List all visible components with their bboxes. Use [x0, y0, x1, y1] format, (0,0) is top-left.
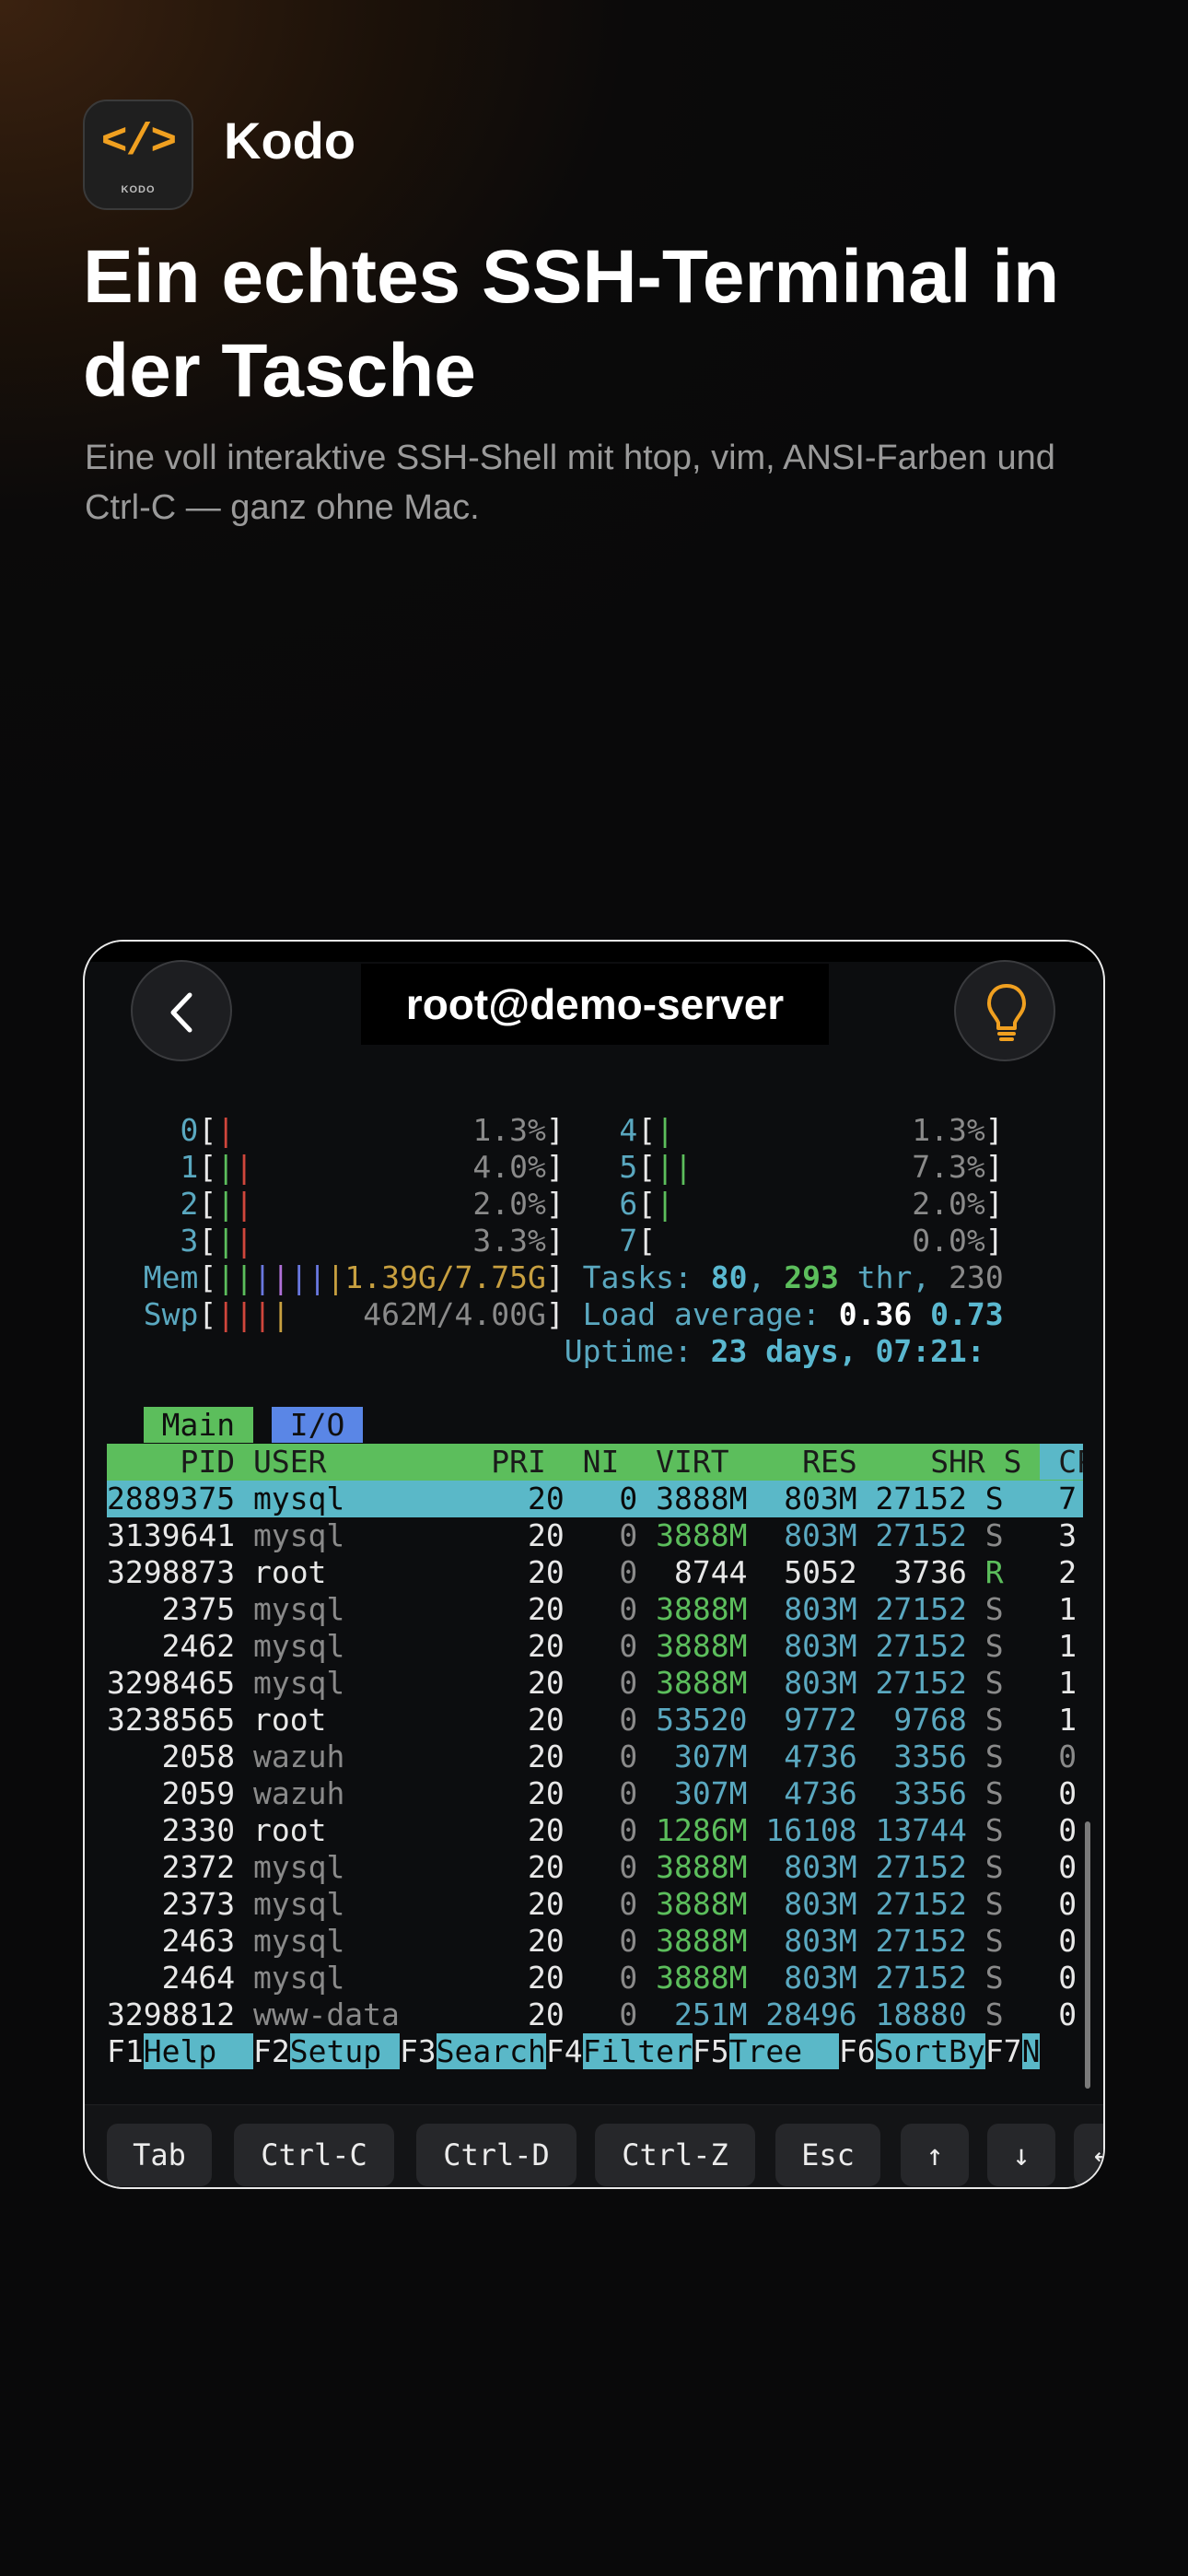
table-row[interactable]: 2059 wazuh 20 0 307M 4736 3356 S 0. — [107, 1775, 1083, 1812]
terminal-scrollbar[interactable] — [1085, 1821, 1090, 2089]
fkey-filter[interactable]: F4Filter — [546, 2033, 693, 2069]
table-row[interactable]: 2373 mysql 20 0 3888M 803M 27152 S 0. — [107, 1886, 1083, 1923]
page-subtitle: Eine voll interaktive SSH-Shell mit htop… — [85, 439, 1055, 527]
chevron-left-icon — [170, 992, 192, 1033]
tab-row: Main I/O — [107, 1407, 1083, 1444]
special-keys-bar: Tab Ctrl-C Ctrl-D Ctrl-Z Esc ↑ ↓ ← — [85, 2104, 1103, 2187]
table-row[interactable]: 2462 mysql 20 0 3888M 803M 27152 S 1. — [107, 1628, 1083, 1665]
cpu-meter-row: 3[|| 3.3%] 7[ 0.0%] — [180, 1223, 1004, 1259]
key-arrow-down[interactable]: ↓ — [987, 2124, 1055, 2186]
memory-meter-row: Mem[|||||||1.39G/7.75G] Tasks: 80, 293 t… — [143, 1259, 1004, 1295]
function-key-bar: F1Help F2Setup F3SearchF4FilterF5Tree F6… — [107, 2033, 1083, 2070]
key-tab[interactable]: Tab — [107, 2124, 212, 2186]
cpu-meter-row: 1[|| 4.0%] 5[|| 7.3%] — [180, 1149, 1004, 1185]
fkey-tree[interactable]: F5Tree — [693, 2033, 839, 2069]
app-icon-label: KODO — [121, 184, 156, 195]
table-row[interactable]: 3298465 mysql 20 0 3888M 803M 27152 S 1. — [107, 1665, 1083, 1702]
key-ctrl-z[interactable]: Ctrl-Z — [595, 2124, 755, 2186]
fkey-setup[interactable]: F2Setup — [253, 2033, 400, 2069]
table-row[interactable]: 2330 root 20 0 1286M 16108 13744 S 0. — [107, 1812, 1083, 1849]
fkey-help[interactable]: F1Help — [107, 2033, 253, 2069]
table-row[interactable]: 3298812 www-data 20 0 251M 28496 18880 S… — [107, 1996, 1083, 2033]
table-row-selected[interactable]: 2889375 mysql 20 0 3888M 803M 27152 S 7. — [107, 1481, 1083, 1517]
app-name: Kodo — [224, 111, 356, 170]
swap-meter-row: Swp[|||| 462M/4.00G] Load average: 0.36 … — [143, 1296, 1004, 1332]
table-row[interactable]: 2058 wazuh 20 0 307M 4736 3356 S 0. — [107, 1739, 1083, 1775]
back-button[interactable] — [131, 960, 232, 1061]
status-band — [85, 942, 1103, 962]
lightbulb-icon — [987, 984, 1026, 1041]
key-arrow-up[interactable]: ↑ — [901, 2124, 969, 2186]
fkey-search[interactable]: F3Search — [400, 2033, 546, 2069]
col-virt[interactable]: VIRT — [656, 1444, 728, 1480]
col-pid[interactable]: PID — [107, 1444, 235, 1480]
page-headline: Ein echtes SSH-Terminal in der Tasche — [83, 235, 1060, 413]
col-cpu[interactable]: CPU — [1040, 1444, 1083, 1480]
app-icon: </> KODO — [83, 100, 193, 210]
cpu-meter-row: 0[| 1.3%] 4[| 1.3%] — [180, 1112, 1004, 1148]
fkey-sortby[interactable]: F6SortBy — [839, 2033, 985, 2069]
table-row[interactable]: 3238565 root 20 0 53520 9772 9768 S 1. — [107, 1702, 1083, 1739]
col-user[interactable]: USER — [253, 1444, 491, 1480]
col-shr[interactable]: SHR — [930, 1444, 985, 1480]
col-ni[interactable]: NI — [583, 1444, 620, 1480]
col-state[interactable]: S — [1004, 1444, 1022, 1480]
col-res[interactable]: RES — [802, 1444, 857, 1480]
cpu-meter-row: 2[|| 2.0%] 6[| 2.0%] — [180, 1186, 1004, 1222]
arrow-left-icon: ← — [1094, 2137, 1103, 2172]
fkey-nice[interactable]: F7N — [985, 2033, 1041, 2069]
table-row[interactable]: 2375 mysql 20 0 3888M 803M 27152 S 1. — [107, 1591, 1083, 1628]
tab-io[interactable]: I/O — [271, 1407, 364, 1443]
key-arrow-left[interactable]: ← — [1074, 2124, 1103, 2186]
session-title: root@demo-server — [361, 964, 829, 1045]
table-row[interactable]: 2372 mysql 20 0 3888M 803M 27152 S 0. — [107, 1849, 1083, 1886]
code-brackets-icon: </> — [100, 118, 177, 168]
table-row[interactable]: 3298873 root 20 0 8744 5052 3736 R 2. — [107, 1554, 1083, 1591]
key-ctrl-d[interactable]: Ctrl-D — [416, 2124, 577, 2186]
table-row[interactable]: 3139641 mysql 20 0 3888M 803M 27152 S 3. — [107, 1517, 1083, 1554]
table-row[interactable]: 2464 mysql 20 0 3888M 803M 27152 S 0. — [107, 1960, 1083, 1996]
blank-row — [107, 1370, 1083, 1407]
key-ctrl-c[interactable]: Ctrl-C — [234, 2124, 394, 2186]
table-header[interactable]: PID USER PRI NI VIRT RES SHR S CPU — [107, 1444, 1083, 1481]
col-pri[interactable]: PRI — [491, 1444, 546, 1480]
terminal-output[interactable]: 0[| 1.3%] 4[| 1.3%] 1[|| 4.0%] 5[|| 7.3%… — [107, 1112, 1083, 2098]
tab-main[interactable]: Main — [143, 1407, 253, 1443]
phone-screenshot: root@demo-server 0[| 1.3%] 4[| 1.3%] 1[|… — [83, 940, 1105, 2189]
uptime-row: Uptime: 23 days, 07:21: — [564, 1333, 985, 1369]
table-row[interactable]: 2463 mysql 20 0 3888M 803M 27152 S 0. — [107, 1923, 1083, 1960]
key-esc[interactable]: Esc — [775, 2124, 880, 2186]
hint-button[interactable] — [954, 960, 1055, 1061]
